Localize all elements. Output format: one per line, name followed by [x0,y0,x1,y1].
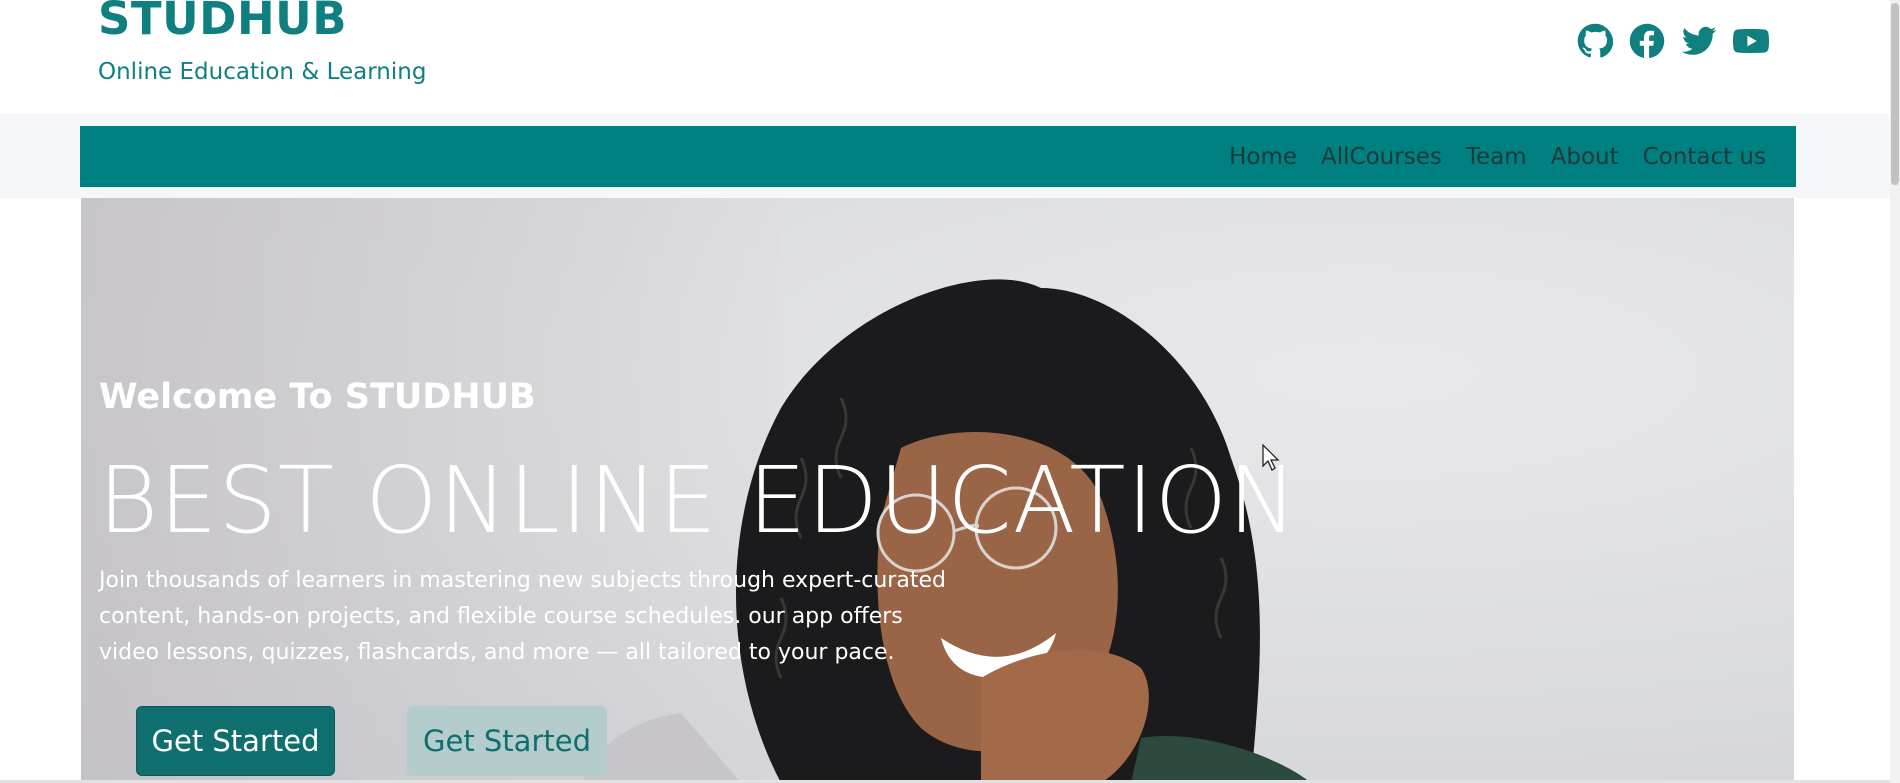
scrollbar-thumb[interactable] [1891,3,1899,185]
github-icon[interactable] [1576,22,1614,60]
facebook-icon[interactable] [1628,22,1666,60]
hero-welcome: Welcome To STUDHUB [99,377,536,417]
hero-title: BEST ONLINE EDUCATION [98,447,1298,554]
nav-team[interactable]: Team [1466,144,1527,170]
main-navbar: Home AllCourses Team About Contact us [80,126,1796,187]
page-scrollbar[interactable] [1890,0,1900,783]
hero-description: Join thousands of learners in mastering … [99,568,946,665]
nav-contact[interactable]: Contact us [1643,144,1766,170]
twitter-icon[interactable] [1680,22,1718,60]
nav-allcourses[interactable]: AllCourses [1321,144,1442,170]
youtube-icon[interactable] [1732,22,1770,60]
brand-title[interactable]: STUDHUB [98,0,347,45]
site-header: STUDHUB Online Education & Learning [0,0,1890,114]
nav-home[interactable]: Home [1229,144,1297,170]
mouse-cursor-icon [1262,444,1280,471]
brand-subtitle: Online Education & Learning [98,59,427,85]
get-started-button[interactable]: Get Started [136,706,335,776]
nav-about[interactable]: About [1551,144,1619,170]
get-started-secondary-button[interactable]: Get Started [407,706,607,776]
social-links [1576,22,1770,60]
